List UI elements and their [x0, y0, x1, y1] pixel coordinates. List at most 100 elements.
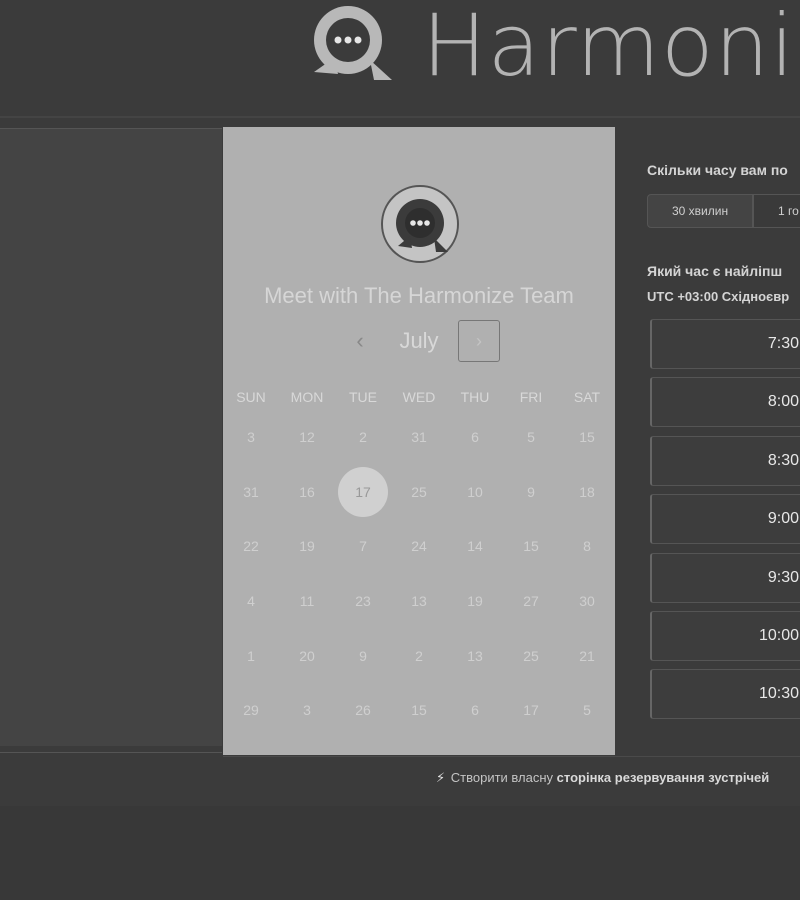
calendar-days-grid: 3 12 2 31 6 5 15 31 16 17 25 10 9 18 22 19 7 24 14 15 8 4 11 23…: [223, 410, 615, 740]
calendar-day-number: 31: [411, 429, 427, 446]
calendar-day[interactable]: 7: [335, 519, 391, 574]
calendar-day[interactable]: 31: [391, 410, 447, 465]
calendar-day[interactable]: 13: [447, 628, 503, 683]
calendar-day-number: 2: [359, 429, 367, 446]
calendar-day[interactable]: 15: [391, 683, 447, 738]
lightning-icon: ⚡: [436, 770, 446, 785]
calendar-day[interactable]: 3: [279, 683, 335, 738]
calendar-day[interactable]: 3: [223, 410, 279, 465]
calendar-day[interactable]: 18: [559, 465, 615, 520]
calendar-day[interactable]: 14: [447, 519, 503, 574]
calendar-day[interactable]: 27: [503, 574, 559, 629]
calendar-day-number: 26: [355, 702, 371, 719]
time-slot-label: 10:30: [758, 685, 799, 702]
timezone-label[interactable]: UTC +03:00 Східноєвр: [647, 289, 789, 304]
footer-bar: ⚡ Створити власну сторінка резервування …: [223, 756, 800, 804]
calendar-day[interactable]: 20: [279, 628, 335, 683]
calendar-day-number: 20: [299, 647, 315, 664]
duration-question: Скільки часу вам по: [647, 162, 788, 178]
duration-30-min-button[interactable]: 30 хвилин: [647, 194, 753, 228]
calendar-day[interactable]: 4: [223, 574, 279, 629]
weekday-label: MON: [290, 389, 324, 405]
calendar-day[interactable]: 6: [447, 683, 503, 738]
weekday-label: WED: [402, 389, 436, 405]
calendar-day-number: 11: [299, 593, 315, 610]
calendar-day[interactable]: 31: [223, 465, 279, 520]
calendar-day-number: 2: [415, 647, 423, 664]
time-slot-button[interactable]: 10:00: [650, 611, 800, 661]
calendar-day-number: 19: [299, 538, 315, 555]
time-slot-button[interactable]: 8:30: [650, 436, 800, 486]
calendar-day[interactable]: 1: [223, 628, 279, 683]
calendar-day[interactable]: 19: [279, 519, 335, 574]
calendar-day-number: 1: [247, 647, 255, 664]
calendar-day[interactable]: 11: [279, 574, 335, 629]
calendar-day[interactable]: 21: [559, 628, 615, 683]
header: Harmoni: [0, 0, 800, 118]
calendar-day[interactable]: 17: [335, 465, 391, 520]
calendar-day[interactable]: 13: [391, 574, 447, 629]
calendar-day[interactable]: 8: [559, 519, 615, 574]
calendar-day[interactable]: 26: [335, 683, 391, 738]
calendar-day[interactable]: 15: [503, 519, 559, 574]
weekday-header: SUN MON TUE WED THU FRI SAT: [223, 389, 615, 409]
time-slot-button[interactable]: 7:30: [650, 319, 800, 369]
calendar-day-number: 9: [359, 647, 367, 664]
calendar-day[interactable]: 29: [223, 683, 279, 738]
calendar-day-number: 22: [243, 538, 259, 555]
calendar-day-number: 25: [411, 483, 427, 500]
calendar-day[interactable]: 23: [335, 574, 391, 629]
calendar-day-number: 18: [579, 483, 595, 500]
calendar-day[interactable]: 25: [391, 465, 447, 520]
calendar-day-number: 24: [411, 538, 427, 555]
month-label: July: [399, 328, 439, 353]
calendar-day-number: 17: [523, 702, 539, 719]
calendar-day[interactable]: 22: [223, 519, 279, 574]
calendar-day[interactable]: 24: [391, 519, 447, 574]
calendar-day[interactable]: 9: [335, 628, 391, 683]
calendar-day-number: 12: [299, 429, 315, 446]
harmonize-logo-icon: [304, 2, 394, 82]
prev-month-button[interactable]: ‹: [348, 326, 372, 356]
duration-1-hour-button[interactable]: 1 го: [753, 194, 800, 228]
time-slot-button[interactable]: 8:00: [650, 377, 800, 427]
avatar: [381, 185, 459, 263]
time-selection-panel: Скільки часу вам по 30 хвилин 1 го Який …: [616, 127, 800, 755]
calendar-day-number: 10: [467, 483, 483, 500]
time-slot-button[interactable]: 10:30: [650, 669, 800, 719]
calendar-day[interactable]: 30: [559, 574, 615, 629]
calendar-day[interactable]: 2: [335, 410, 391, 465]
calendar-day-number: 6: [471, 702, 479, 719]
time-slot-button[interactable]: 9:00: [650, 494, 800, 544]
calendar-day[interactable]: 9: [503, 465, 559, 520]
time-slot-label: 8:30: [767, 452, 799, 469]
calendar-day[interactable]: 6: [447, 410, 503, 465]
next-month-button[interactable]: ›: [458, 320, 500, 362]
calendar-day-number: 3: [303, 702, 311, 719]
calendar-day[interactable]: 12: [279, 410, 335, 465]
calendar-day-number: 6: [471, 429, 479, 446]
calendar-day[interactable]: 10: [447, 465, 503, 520]
calendar-day-number: 15: [523, 538, 539, 555]
calendar-day[interactable]: 17: [503, 683, 559, 738]
calendar-day-number: 13: [411, 593, 427, 610]
time-slot-button[interactable]: 9:30: [650, 553, 800, 603]
harmonize-avatar-icon: [390, 194, 450, 254]
time-question: Який час є найліпш: [647, 263, 783, 279]
calendar-day[interactable]: 2: [391, 628, 447, 683]
calendar-day-number: 3: [247, 429, 255, 446]
calendar-day-number: 9: [527, 483, 535, 500]
calendar-day-number: 13: [467, 647, 483, 664]
weekday-label: FRI: [519, 389, 543, 405]
create-booking-page-link[interactable]: ⚡ Створити власну сторінка резервування …: [436, 770, 769, 786]
calendar-day[interactable]: 15: [559, 410, 615, 465]
calendar-day[interactable]: 19: [447, 574, 503, 629]
calendar-day[interactable]: 16: [279, 465, 335, 520]
calendar-day[interactable]: 5: [503, 410, 559, 465]
calendar-day[interactable]: 5: [559, 683, 615, 738]
calendar-day-number: 15: [411, 702, 427, 719]
calendar-day[interactable]: 25: [503, 628, 559, 683]
calendar-day-number: 8: [583, 538, 591, 555]
logo[interactable]: Harmoni: [304, 0, 794, 96]
time-slot-label: 7:30: [767, 335, 799, 352]
